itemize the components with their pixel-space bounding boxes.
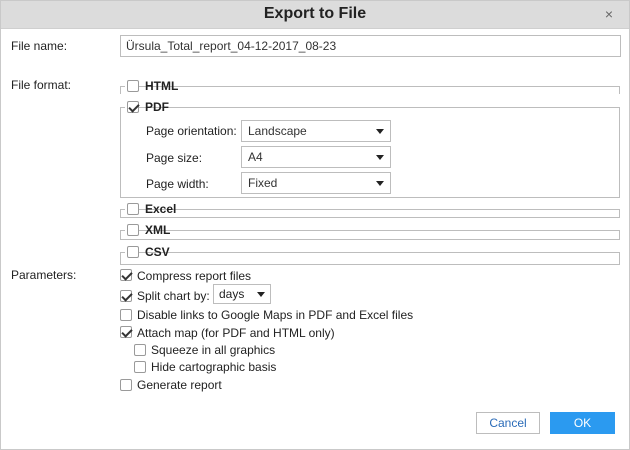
split-chart-select[interactable]: days bbox=[213, 284, 271, 304]
export-dialog: Export to File × File name: File format:… bbox=[0, 0, 630, 450]
pdf-group-head: PDF bbox=[125, 100, 169, 114]
xml-group: XML bbox=[120, 223, 620, 240]
excel-label: Excel bbox=[145, 202, 177, 216]
ok-button[interactable]: OK bbox=[550, 412, 615, 434]
csv-label: CSV bbox=[145, 245, 170, 259]
split-chart-value: days bbox=[219, 287, 245, 301]
csv-group: CSV bbox=[120, 245, 620, 265]
pdf-checkbox[interactable] bbox=[127, 101, 139, 113]
html-group: HTML bbox=[120, 79, 620, 94]
csv-checkbox[interactable] bbox=[127, 246, 139, 258]
parameters-label: Parameters: bbox=[11, 268, 77, 282]
xml-group-head: XML bbox=[125, 223, 170, 237]
attach-map-checkbox[interactable] bbox=[120, 326, 132, 338]
cancel-button[interactable]: Cancel bbox=[476, 412, 540, 434]
split-chart-label: Split chart by: bbox=[137, 289, 210, 303]
page-width-label: Page width: bbox=[146, 177, 209, 191]
page-size-value: A4 bbox=[248, 150, 263, 164]
squeeze-label: Squeeze in all graphics bbox=[151, 343, 276, 357]
dialog-title: Export to File bbox=[263, 5, 367, 22]
excel-group-head: Excel bbox=[125, 202, 176, 216]
pdf-label: PDF bbox=[145, 100, 169, 114]
csv-group-head: CSV bbox=[125, 245, 170, 259]
page-size-label: Page size: bbox=[146, 151, 203, 165]
disable-links-checkbox[interactable] bbox=[120, 309, 132, 321]
html-label: HTML bbox=[145, 79, 179, 93]
page-orientation-select[interactable]: Landscape bbox=[241, 120, 391, 142]
file-format-label: File format: bbox=[11, 78, 72, 92]
excel-checkbox[interactable] bbox=[127, 203, 139, 215]
file-name-label: File name: bbox=[11, 39, 68, 53]
chevron-down-icon bbox=[376, 181, 384, 186]
chevron-down-icon bbox=[376, 155, 384, 160]
chevron-down-icon bbox=[376, 129, 384, 134]
page-orientation-value: Landscape bbox=[248, 124, 307, 138]
attach-map-label: Attach map (for PDF and HTML only) bbox=[137, 326, 335, 340]
close-icon[interactable]: × bbox=[603, 7, 615, 21]
disable-links-label: Disable links to Google Maps in PDF and … bbox=[137, 308, 414, 322]
page-size-select[interactable]: A4 bbox=[241, 146, 391, 168]
file-name-input[interactable] bbox=[120, 35, 621, 57]
page-orientation-label: Page orientation: bbox=[146, 124, 237, 138]
page-width-select[interactable]: Fixed bbox=[241, 172, 391, 194]
page-width-value: Fixed bbox=[248, 176, 278, 190]
hide-basis-label: Hide cartographic basis bbox=[151, 360, 277, 374]
dialog-titlebar: Export to File × bbox=[1, 1, 629, 29]
generate-report-label: Generate report bbox=[137, 378, 222, 392]
compress-label: Compress report files bbox=[137, 269, 252, 283]
xml-checkbox[interactable] bbox=[127, 224, 139, 236]
generate-report-checkbox[interactable] bbox=[120, 379, 132, 391]
hide-basis-checkbox[interactable] bbox=[134, 361, 146, 373]
html-checkbox[interactable] bbox=[127, 80, 139, 92]
squeeze-checkbox[interactable] bbox=[134, 344, 146, 356]
compress-checkbox[interactable] bbox=[120, 269, 132, 281]
excel-group: Excel bbox=[120, 202, 620, 218]
split-chart-checkbox[interactable] bbox=[120, 290, 132, 302]
html-group-head: HTML bbox=[125, 79, 178, 93]
chevron-down-icon bbox=[257, 292, 265, 297]
xml-label: XML bbox=[145, 223, 171, 237]
